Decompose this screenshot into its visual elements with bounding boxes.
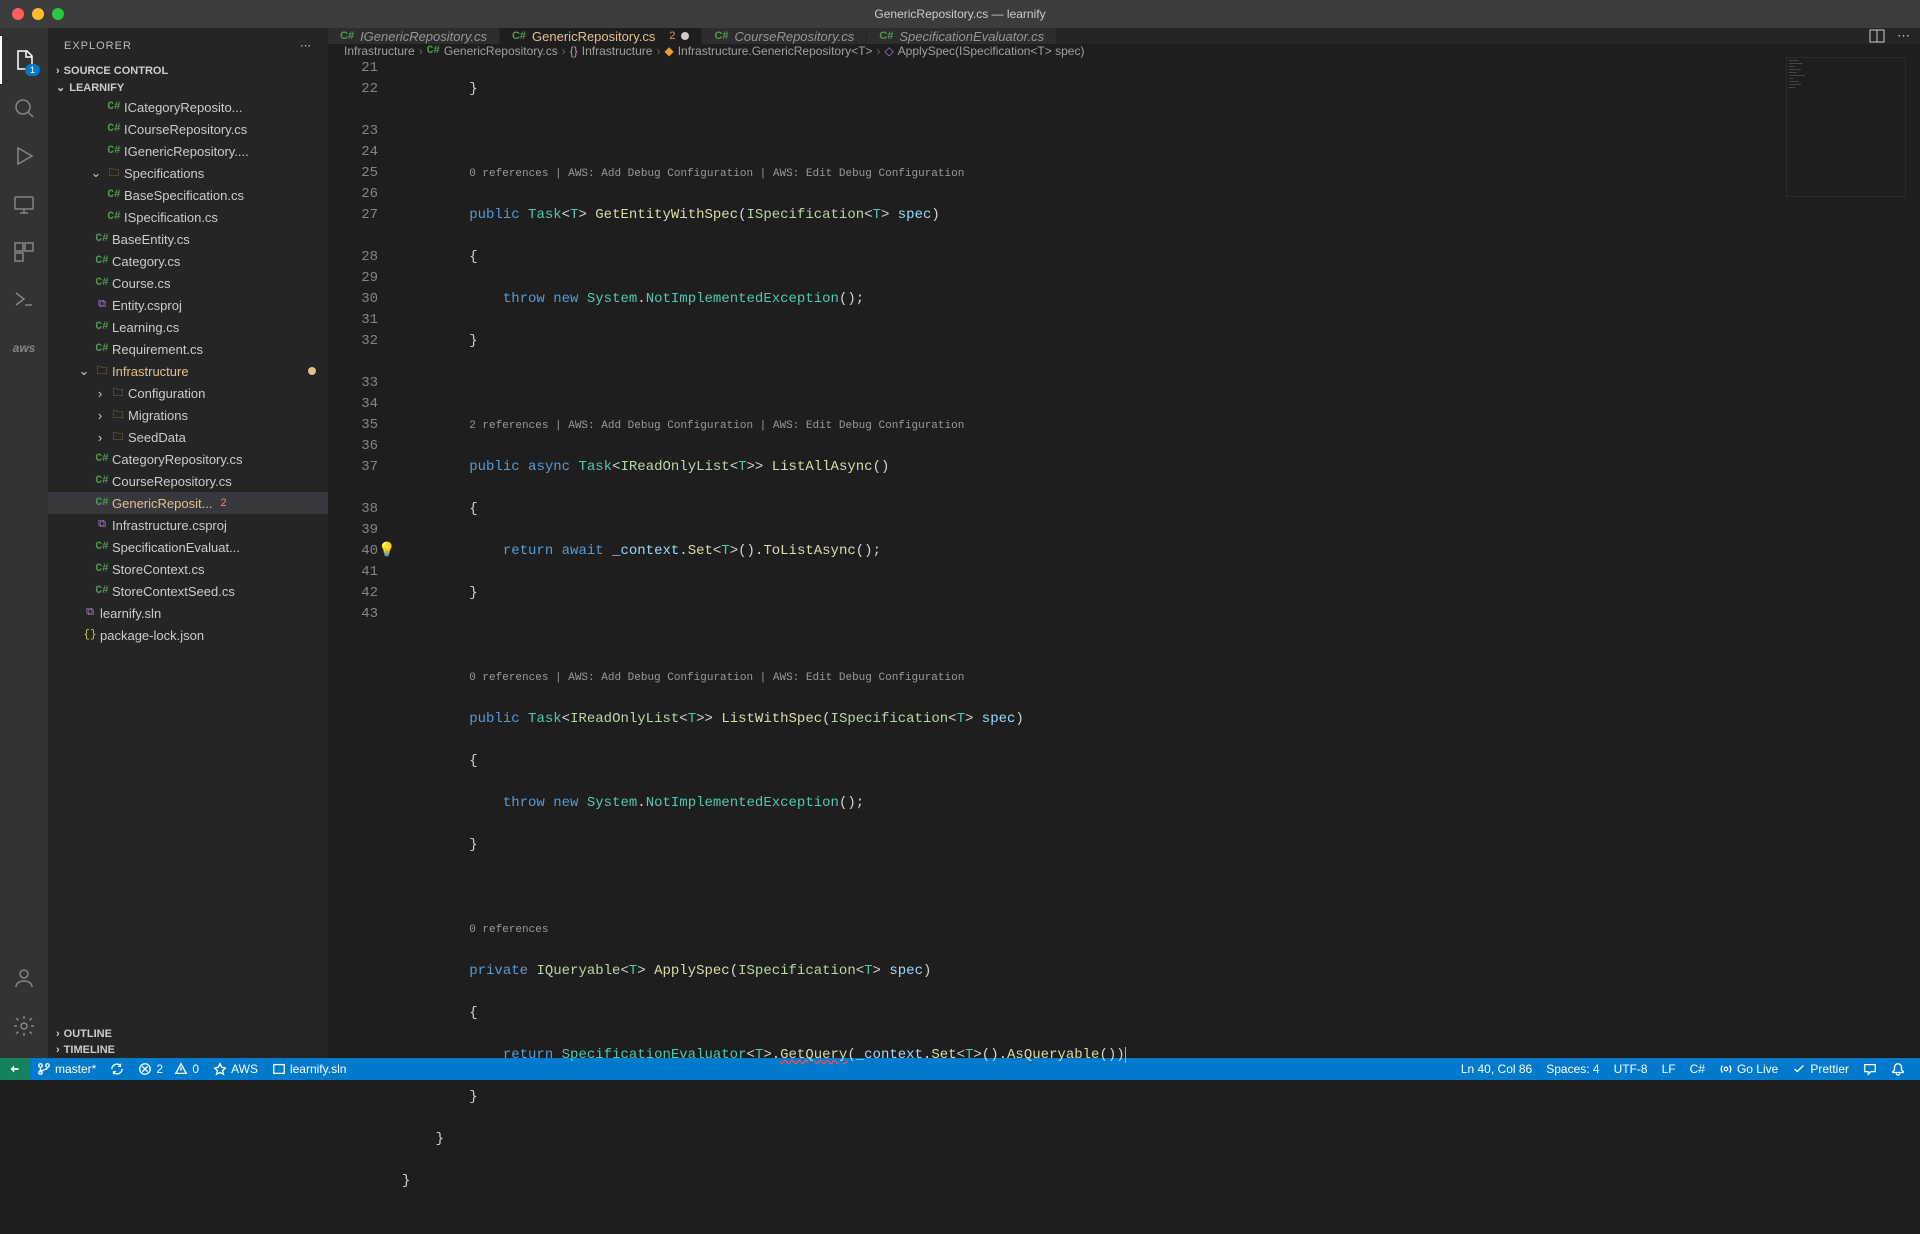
line-gutter: 2122232425262728293031323334353637383940…: [328, 58, 398, 1234]
tabs: C#IGenericRepository.cs C#GenericReposit…: [328, 28, 1920, 44]
file-catrepo[interactable]: C#CategoryRepository.cs: [48, 448, 328, 470]
file-entity-proj[interactable]: ⧉Entity.csproj: [48, 294, 328, 316]
tab-genericrepo[interactable]: C#GenericRepository.cs2: [500, 28, 703, 44]
problems[interactable]: 2 0: [131, 1058, 206, 1080]
codelens[interactable]: 0 references | AWS: Add Debug Configurat…: [469, 672, 964, 684]
folder-migrations[interactable]: ›🗀Migrations: [48, 404, 328, 426]
activity-bar: 1 aws: [0, 28, 48, 1058]
folder-specifications[interactable]: ⌄🗀Specifications: [48, 162, 328, 184]
file-courserepo[interactable]: C#CourseRepository.cs: [48, 470, 328, 492]
file-storectxseed[interactable]: C#StoreContextSeed.cs: [48, 580, 328, 602]
file-igeneric[interactable]: C#IGenericRepository....: [48, 140, 328, 162]
outline-section[interactable]: ›OUTLINE: [48, 1026, 328, 1042]
more-icon[interactable]: ⋯: [300, 39, 312, 52]
run-debug-icon[interactable]: [0, 132, 48, 180]
file-speceval[interactable]: C#SpecificationEvaluat...: [48, 536, 328, 558]
editor-area: C#IGenericRepository.cs C#GenericReposit…: [328, 28, 1920, 1058]
folder-configuration[interactable]: ›🗀Configuration: [48, 382, 328, 404]
traffic-lights: [12, 8, 64, 20]
remote-button[interactable]: [0, 1058, 30, 1080]
codelens[interactable]: 0 references: [469, 924, 548, 936]
tab-courserepo[interactable]: C#CourseRepository.cs: [702, 28, 867, 44]
explorer-badge: 1: [25, 64, 40, 76]
split-editor-icon[interactable]: [1869, 28, 1885, 44]
file-ispec[interactable]: C#ISpecification.cs: [48, 206, 328, 228]
explorer-icon[interactable]: 1: [0, 36, 48, 84]
window-title: GenericRepository.cs — learnify: [874, 7, 1045, 21]
modified-indicator: [308, 367, 316, 375]
minimize-window[interactable]: [32, 8, 44, 20]
file-category[interactable]: C#Category.cs: [48, 250, 328, 272]
source-control-section[interactable]: ›SOURCE CONTROL: [48, 63, 328, 79]
dirty-indicator: [681, 32, 689, 40]
file-learning[interactable]: C#Learning.cs: [48, 316, 328, 338]
aws-status[interactable]: AWS: [206, 1058, 265, 1080]
sidebar: EXPLORER ⋯ ›SOURCE CONTROL ⌄LEARNIFY C#I…: [48, 28, 328, 1058]
folder-infrastructure[interactable]: ⌄🗀Infrastructure: [48, 360, 328, 382]
file-icourse[interactable]: C#ICourseRepository.cs: [48, 118, 328, 140]
explorer-label: EXPLORER: [64, 40, 132, 52]
maximize-window[interactable]: [52, 8, 64, 20]
file-storectx[interactable]: C#StoreContext.cs: [48, 558, 328, 580]
file-requirement[interactable]: C#Requirement.cs: [48, 338, 328, 360]
codelens[interactable]: 0 references | AWS: Add Debug Configurat…: [469, 168, 964, 180]
breadcrumbs[interactable]: Infrastructure› C#GenericRepository.cs› …: [328, 44, 1920, 58]
code-editor[interactable]: 2122232425262728293031323334353637383940…: [328, 58, 1920, 1234]
folder-seeddata[interactable]: ›🗀SeedData: [48, 426, 328, 448]
search-icon[interactable]: [0, 84, 48, 132]
file-sln[interactable]: ⧉learnify.sln: [48, 602, 328, 624]
file-infra-proj[interactable]: ⧉Infrastructure.csproj: [48, 514, 328, 536]
settings-icon[interactable]: [0, 1002, 48, 1050]
tab-speceval[interactable]: C#SpecificationEvaluator.cs: [867, 28, 1057, 44]
learnify-section[interactable]: ⌄LEARNIFY: [48, 79, 328, 96]
file-pkg[interactable]: {}package-lock.json: [48, 624, 328, 646]
git-branch[interactable]: master*: [30, 1058, 103, 1080]
remote-explorer-icon[interactable]: [0, 180, 48, 228]
tab-igeneric[interactable]: C#IGenericRepository.cs: [328, 28, 500, 44]
sync-button[interactable]: [103, 1058, 131, 1080]
minimap[interactable]: ▬▬▬▬▬▬▬▬▬▬▬▬▬▬▬▬▬▬▬▬▬▬▬▬▬▬▬▬▬▬▬▬▬▬▬▬▬▬▬▬…: [1786, 57, 1906, 197]
tab-actions: ⋯: [1859, 28, 1920, 44]
file-icategory[interactable]: C#ICategoryReposito...: [48, 96, 328, 118]
file-basespec[interactable]: C#BaseSpecification.cs: [48, 184, 328, 206]
aws-icon[interactable]: aws: [0, 324, 48, 372]
timeline-section[interactable]: ›TIMELINE: [48, 1042, 328, 1058]
close-window[interactable]: [12, 8, 24, 20]
file-baseentity[interactable]: C#BaseEntity.cs: [48, 228, 328, 250]
sidebar-title: EXPLORER ⋯: [48, 28, 328, 63]
code-content[interactable]: } 0 references | AWS: Add Debug Configur…: [398, 58, 1920, 1234]
file-genericrepo[interactable]: C#GenericReposit...2: [48, 492, 328, 514]
titlebar: GenericRepository.cs — learnify: [0, 0, 1920, 28]
lightbulb-icon[interactable]: 💡: [378, 541, 395, 562]
extensions-icon[interactable]: [0, 228, 48, 276]
file-course[interactable]: C#Course.cs: [48, 272, 328, 294]
more-actions-icon[interactable]: ⋯: [1897, 28, 1910, 44]
codelens[interactable]: 2 references | AWS: Add Debug Configurat…: [469, 420, 964, 432]
accounts-icon[interactable]: [0, 954, 48, 1002]
powershell-icon[interactable]: [0, 276, 48, 324]
